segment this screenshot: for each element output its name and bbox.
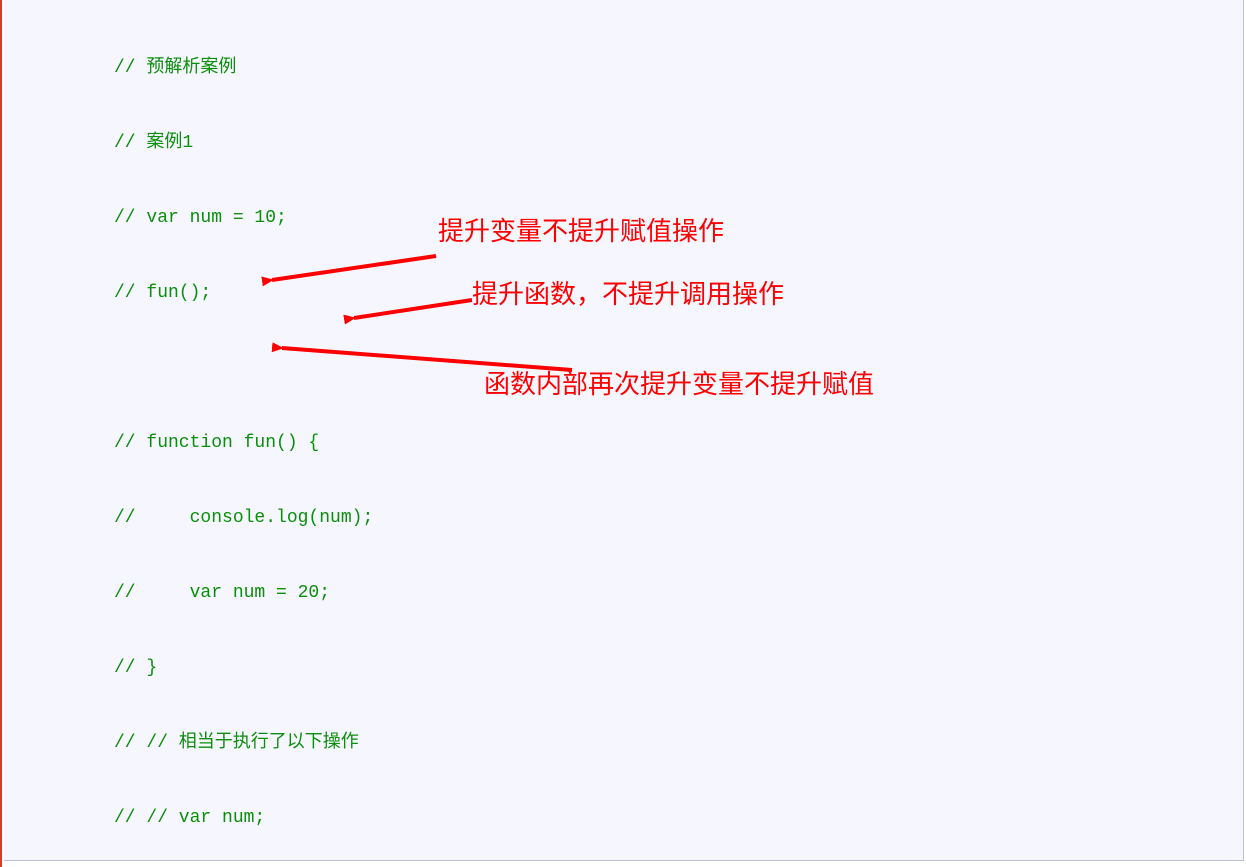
code-line: // // var num; xyxy=(114,806,406,831)
code-line: // var num = 10; xyxy=(114,206,406,231)
code-line: // console.log(num); xyxy=(114,506,406,531)
code-line: // // 相当于执行了以下操作 xyxy=(114,731,406,756)
screenshot-root: // 预解析案例 // 案例1 // var num = 10; // fun(… xyxy=(0,0,1246,867)
annotation-inner-hoist: 函数内部再次提升变量不提升赋值 xyxy=(484,371,874,397)
annotation-hoist-function: 提升函数，不提升调用操作 xyxy=(472,281,784,307)
code-line: // fun(); xyxy=(114,281,406,306)
code-panel: // 预解析案例 // 案例1 // var num = 10; // fun(… xyxy=(4,0,1244,861)
code-line: // 案例1 xyxy=(114,131,406,156)
annotation-hoist-variable: 提升变量不提升赋值操作 xyxy=(438,218,724,244)
code-line: // var num = 20; xyxy=(114,581,406,606)
code-line: // 预解析案例 xyxy=(114,56,406,81)
code-line xyxy=(114,356,406,381)
code-block: // 预解析案例 // 案例1 // var num = 10; // fun(… xyxy=(114,6,406,867)
code-line: // function fun() { xyxy=(114,431,406,456)
code-line: // } xyxy=(114,656,406,681)
